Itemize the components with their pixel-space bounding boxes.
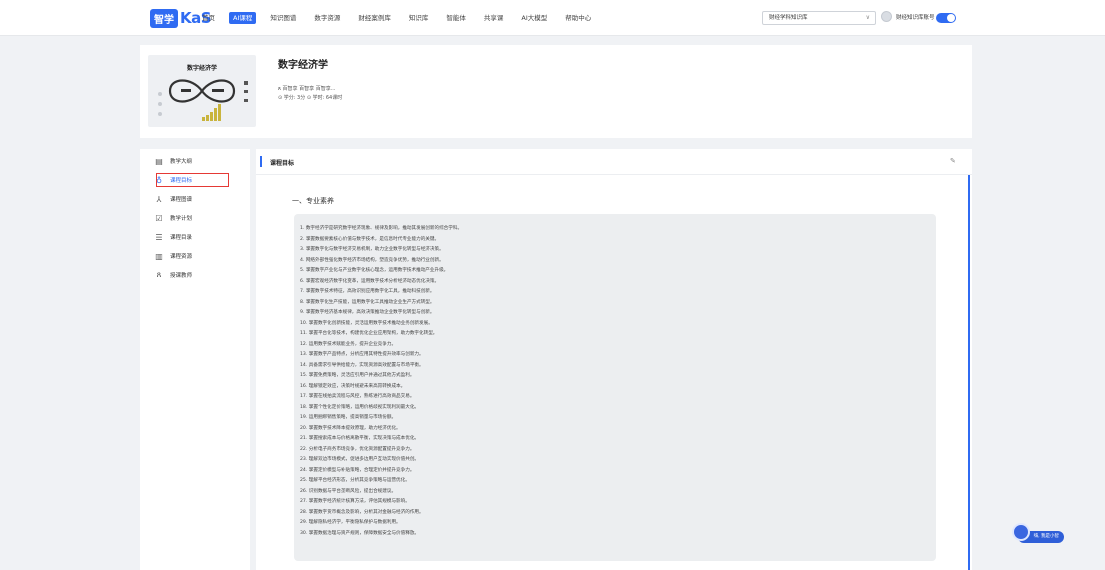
goal-item: 30. 掌握数据治理与资产规则，保障数据安全与价值释放。 [300, 530, 420, 536]
goal-item: 22. 分析电子商务市场竞争，优化资源配置提升竞争力。 [300, 446, 415, 452]
nav-item-shared-course[interactable]: 共享课 [480, 12, 508, 24]
goal-item: 15. 掌握免费策略，灵活应引用户并通过其他方式盈利。 [300, 373, 415, 378]
ai-assistant-button[interactable]: 嗨, 我是小智 [1012, 523, 1064, 547]
goal-item: 2. 掌握数据要素核心价值与数字技术，是信息时代专业能力的关键。 [300, 236, 440, 242]
edit-icon[interactable]: ✎ [950, 157, 956, 165]
toggle-knob [947, 14, 955, 22]
goal-item: 16. 理解锁定效应，决策时规避未来高昂转换成本。 [300, 383, 406, 389]
nav-item-knowledge-base[interactable]: 知识库 [405, 12, 433, 24]
sidebar-item-course-resources[interactable]: ▥ 课程资源 [154, 250, 192, 262]
avatar [881, 11, 892, 22]
top-navigation-bar: 智学 KaS 首页 AI课程 知识图谱 数字资源 财经案例库 知识库 智能体 共… [0, 0, 1105, 36]
nav-item-ai-model[interactable]: AI大模型 [517, 12, 551, 24]
header-accent-bar [260, 156, 262, 167]
goal-item: 8. 掌握数字化生产技能，运用数字化工具推动企业生产方式转型。 [300, 299, 435, 305]
section-title: 一、专业素养 [292, 197, 334, 205]
main-nav: 首页 AI课程 知识图谱 数字资源 财经案例库 知识库 智能体 共享课 AI大模… [198, 12, 605, 24]
course-info-card [140, 45, 972, 138]
sidebar-item-label: 课程图谱 [170, 197, 193, 203]
document-icon: ▤ [155, 156, 163, 166]
goal-item: 12. 运用数字技术赋能业务，提升企业竞争力。 [300, 341, 397, 347]
knowledge-base-select[interactable]: 财经学科知识库 ∨ [762, 11, 876, 25]
goal-item: 4. 网络外部性强化数字经济市场结构，塑造竞争优势，推动行业创新。 [300, 257, 444, 263]
course-goals-list: 1. 数字经济学是研究数字经济现象、规律及影响，推动其发展创新的综合学科。 2. … [300, 224, 930, 539]
goal-item: 5. 掌握数字产业化与产业数字化核心理念，运用数字技术推动产业升级。 [300, 268, 449, 273]
folder-icon: ▥ [155, 251, 163, 261]
course-sidebar: ▤ 教学大纲 ♁ 课程目标 ⅄ 课程图谱 ☑ 教学计划 ☰ 课程目录 ▥ 课程资… [140, 149, 250, 570]
nav-item-home[interactable]: 首页 [198, 12, 219, 24]
goal-item: 17. 掌握在线拍卖流程与风控，熟练进行高效商品交易。 [300, 394, 415, 399]
goal-item: 21. 掌握搜索成本与价格离散平衡，实现决策与成本优化。 [300, 436, 420, 441]
goal-item: 23. 理解双边市场模式，促进多边用户互动实现价值共创。 [300, 457, 420, 462]
nav-item-digital-resources[interactable]: 数字资源 [310, 12, 344, 24]
course-teachers: ጸ 百智享 百智享 百智享... [278, 86, 336, 92]
sidebar-item-label: 教学计划 [170, 216, 193, 222]
goal-item: 19. 运用捆绑销售策略，提高销量与市场份额。 [300, 415, 397, 420]
goal-item: 3. 掌握数字化与数字经济交易机制，助力企业数字化转型与经济决策。 [300, 247, 444, 252]
goal-item: 18. 掌握个性化定价策略，运用价格歧视实现利润最大化。 [300, 404, 420, 410]
goal-item: 28. 掌握数字货币概念及影响，分析其对金融与经济的作用。 [300, 509, 424, 515]
nav-item-knowledge-graph[interactable]: 知识图谱 [266, 12, 300, 24]
sidebar-item-teaching-plan[interactable]: ☑ 教学计划 [154, 212, 192, 224]
goal-item: 11. 掌握平台化等技术，构建优化企业应用架构，助力数字化转型。 [300, 331, 438, 336]
goal-item: 29. 理解隐私经济学，平衡隐私保护与数据利用。 [300, 520, 401, 525]
scroll-indicator-rail[interactable] [968, 175, 970, 570]
robot-icon [1012, 523, 1030, 541]
goal-item: 13. 掌握数字产品特点，分析应用其特性提升效率与创新力。 [300, 352, 424, 357]
goal-item: 9. 掌握数字经济基本规律，高效决策推动企业数字化转型与创新。 [300, 310, 435, 315]
goal-item: 27. 掌握数字经济统计核算方法，评估其规模与影响。 [300, 499, 410, 504]
nav-item-help-center[interactable]: 帮助中心 [561, 12, 595, 24]
course-title: 数字经济学 [278, 60, 328, 71]
checklist-icon: ☑ [155, 213, 163, 223]
sidebar-item-label: 授课教师 [170, 273, 193, 279]
nav-item-agents[interactable]: 智能体 [442, 12, 470, 24]
goal-item: 10. 掌握数字化创新技能，灵活运用数字技术推动业务创新发展。 [300, 320, 433, 326]
knowledge-base-select-value: 财经学科知识库 [769, 15, 808, 21]
goal-item: 7. 掌握数字技术特征，高效识别应用数字化工具，推动科技创新。 [300, 289, 435, 294]
goal-item: 1. 数字经济学是研究数字经济现象、规律及影响，推动其发展创新的综合学科。 [300, 226, 463, 231]
active-item-highlight-box [156, 173, 229, 187]
goal-item: 26. 识别数据与平台垄断风险，提出合规建议。 [300, 488, 397, 494]
goal-item: 20. 掌握数字技术降本提效原理，助力经济优化。 [300, 425, 401, 431]
sidebar-item-label: 课程资源 [170, 254, 193, 260]
content-header: 课程目标 [256, 149, 972, 175]
course-credits-hours: ⊙ 学分: 3分 ⊙ 学时: 64课时 [278, 95, 343, 101]
list-icon: ☰ [155, 232, 163, 242]
mode-toggle[interactable] [936, 13, 956, 23]
course-cover-image: 数字经济学 [148, 55, 256, 127]
user-menu[interactable]: 财经知识库账号 [881, 11, 935, 22]
sidebar-item-teachers[interactable]: ጸ 授课教师 [154, 269, 192, 281]
sidebar-item-label: 教学大纲 [170, 159, 193, 165]
graph-icon: ⅄ [156, 194, 162, 204]
user-name: 财经知识库账号 [896, 14, 935, 21]
nav-item-case-library[interactable]: 财经案例库 [354, 12, 395, 24]
sidebar-item-label: 课程目录 [170, 235, 193, 241]
teacher-icon: ጸ [156, 270, 162, 279]
nav-item-ai-course[interactable]: AI课程 [229, 12, 257, 24]
goal-item: 24. 掌握定价模型与补贴策略，合理定价并提升竞争力。 [300, 467, 415, 473]
goal-item: 6. 掌握宏观经济数字化变革，运用数字技术分析经济动态优化决策。 [300, 278, 440, 284]
content-header-title: 课程目标 [270, 160, 295, 167]
goal-item: 14. 具备需求引导供给能力，实现资源高效配置与市场平衡。 [300, 362, 424, 368]
logo-badge: 智学 [150, 8, 178, 28]
sidebar-item-course-graph[interactable]: ⅄ 课程图谱 [154, 193, 192, 205]
goal-item: 25. 理解平台经济形态，分析其竞争策略与运营优化。 [300, 478, 410, 483]
infinity-illustration-icon [158, 79, 248, 121]
sidebar-item-syllabus[interactable]: ▤ 教学大纲 [154, 155, 192, 167]
chevron-down-icon: ∨ [865, 14, 870, 21]
sidebar-item-course-catalog[interactable]: ☰ 课程目录 [154, 231, 192, 243]
